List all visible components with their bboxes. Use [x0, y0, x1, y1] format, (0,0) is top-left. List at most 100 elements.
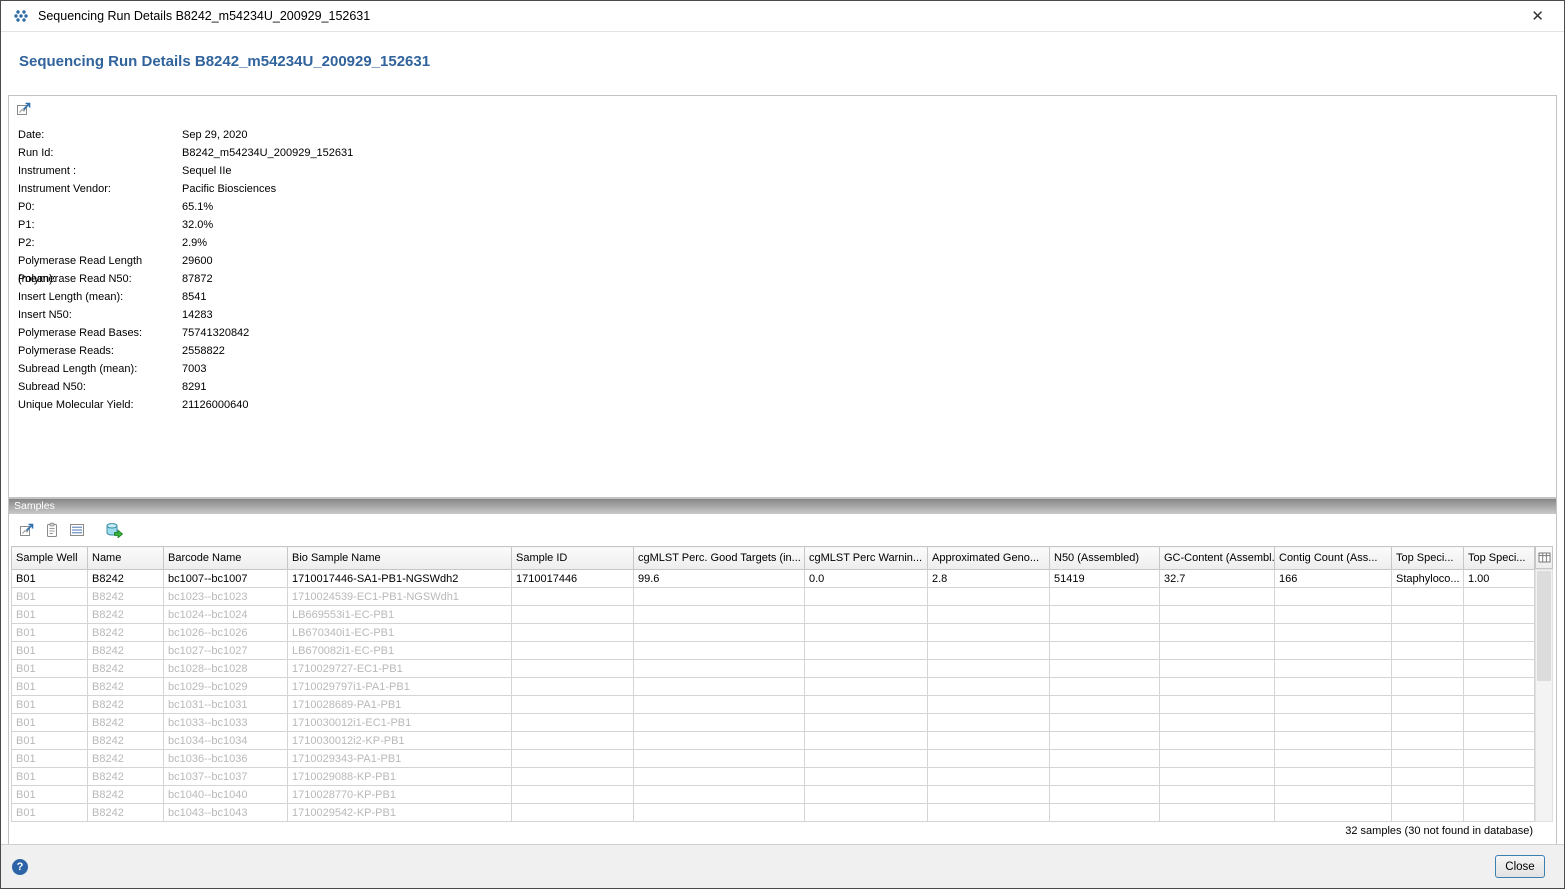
table-cell[interactable] [1160, 624, 1275, 642]
copy-icon[interactable] [43, 521, 61, 539]
export-icon[interactable] [15, 100, 33, 118]
table-cell[interactable] [634, 750, 805, 768]
table-cell[interactable] [1275, 804, 1392, 822]
table-row[interactable]: B01B8242bc1023--bc10231710024539-EC1-PB1… [12, 588, 1535, 606]
table-row[interactable]: B01B8242bc1024--bc1024LB669553i1-EC-PB1 [12, 606, 1535, 624]
table-cell[interactable] [512, 714, 634, 732]
table-cell[interactable]: bc1037--bc1037 [164, 768, 288, 786]
table-cell[interactable]: 1710028770-KP-PB1 [288, 786, 512, 804]
table-cell[interactable] [1392, 714, 1464, 732]
table-cell[interactable] [1050, 714, 1160, 732]
table-cell[interactable]: 1710030012i2-KP-PB1 [288, 732, 512, 750]
table-row[interactable]: B01B8242bc1029--bc10291710029797i1-PA1-P… [12, 678, 1535, 696]
table-cell[interactable] [634, 696, 805, 714]
table-cell[interactable] [928, 660, 1050, 678]
table-cell[interactable] [928, 750, 1050, 768]
table-cell[interactable] [512, 588, 634, 606]
table-cell[interactable]: 51419 [1050, 570, 1160, 588]
table-cell[interactable] [1160, 750, 1275, 768]
table-cell[interactable]: 1710029088-KP-PB1 [288, 768, 512, 786]
column-header[interactable]: cgMLST Perc Warnin... [805, 547, 928, 570]
table-cell[interactable] [1160, 804, 1275, 822]
table-cell[interactable] [1160, 768, 1275, 786]
column-header[interactable]: Top Speci... [1464, 547, 1535, 570]
table-cell[interactable] [1275, 678, 1392, 696]
table-cell[interactable]: B01 [12, 750, 88, 768]
table-cell[interactable] [1050, 588, 1160, 606]
table-cell[interactable] [1050, 696, 1160, 714]
table-cell[interactable] [1275, 732, 1392, 750]
table-cell[interactable] [805, 804, 928, 822]
table-cell[interactable]: B01 [12, 786, 88, 804]
table-cell[interactable] [634, 732, 805, 750]
table-cell[interactable] [1392, 696, 1464, 714]
table-cell[interactable] [1160, 678, 1275, 696]
table-cell[interactable] [1464, 606, 1535, 624]
table-row[interactable]: B01B8242bc1043--bc10431710029542-KP-PB1 [12, 804, 1535, 822]
table-cell[interactable] [1160, 696, 1275, 714]
table-cell[interactable] [1160, 732, 1275, 750]
table-cell[interactable] [512, 678, 634, 696]
table-cell[interactable]: B8242 [88, 786, 164, 804]
table-cell[interactable] [1275, 588, 1392, 606]
table-cell[interactable]: B01 [12, 768, 88, 786]
table-cell[interactable] [512, 642, 634, 660]
table-cell[interactable] [1392, 642, 1464, 660]
table-row[interactable]: B01B8242bc1028--bc10281710029727-EC1-PB1 [12, 660, 1535, 678]
table-cell[interactable] [928, 732, 1050, 750]
table-cell[interactable] [1275, 624, 1392, 642]
table-cell[interactable]: 1710029542-KP-PB1 [288, 804, 512, 822]
table-cell[interactable] [1392, 588, 1464, 606]
table-cell[interactable] [1160, 714, 1275, 732]
database-import-icon[interactable] [105, 521, 123, 539]
table-cell[interactable] [928, 624, 1050, 642]
table-cell[interactable] [1464, 696, 1535, 714]
table-cell[interactable] [805, 786, 928, 804]
table-cell[interactable]: B01 [12, 642, 88, 660]
table-cell[interactable]: bc1040--bc1040 [164, 786, 288, 804]
table-cell[interactable]: B8242 [88, 660, 164, 678]
table-cell[interactable] [1275, 714, 1392, 732]
table-cell[interactable] [1464, 804, 1535, 822]
table-cell[interactable] [1050, 804, 1160, 822]
table-cell[interactable]: bc1033--bc1033 [164, 714, 288, 732]
table-cell[interactable] [512, 750, 634, 768]
table-cell[interactable] [634, 786, 805, 804]
column-header[interactable]: Sample Well [12, 547, 88, 570]
table-row[interactable]: B01B8242bc1033--bc10331710030012i1-EC1-P… [12, 714, 1535, 732]
table-cell[interactable] [928, 768, 1050, 786]
table-cell[interactable] [512, 624, 634, 642]
table-cell[interactable]: B8242 [88, 732, 164, 750]
column-header[interactable]: Approximated Geno... [928, 547, 1050, 570]
table-cell[interactable]: bc1031--bc1031 [164, 696, 288, 714]
table-cell[interactable] [1050, 750, 1160, 768]
table-cell[interactable] [805, 732, 928, 750]
table-cell[interactable] [1392, 732, 1464, 750]
table-cell[interactable] [1392, 606, 1464, 624]
help-icon[interactable]: ? [12, 859, 28, 875]
table-cell[interactable] [1392, 624, 1464, 642]
table-cell[interactable] [1464, 786, 1535, 804]
table-cell[interactable]: B01 [12, 588, 88, 606]
table-cell[interactable] [1464, 624, 1535, 642]
table-cell[interactable] [928, 678, 1050, 696]
table-cell[interactable] [1275, 696, 1392, 714]
table-cell[interactable] [512, 660, 634, 678]
table-cell[interactable] [1275, 768, 1392, 786]
column-header[interactable]: Name [88, 547, 164, 570]
table-cell[interactable] [512, 606, 634, 624]
table-cell[interactable]: 1710024539-EC1-PB1-NGSWdh1 [288, 588, 512, 606]
table-cell[interactable] [928, 804, 1050, 822]
close-icon[interactable]: ✕ [1523, 6, 1552, 26]
table-cell[interactable] [928, 606, 1050, 624]
table-cell[interactable]: LB670340i1-EC-PB1 [288, 624, 512, 642]
table-cell[interactable]: 1710030012i1-EC1-PB1 [288, 714, 512, 732]
table-row[interactable]: B01B8242bc1036--bc10361710029343-PA1-PB1 [12, 750, 1535, 768]
table-cell[interactable] [634, 642, 805, 660]
list-view-icon[interactable] [68, 521, 86, 539]
table-cell[interactable]: 1710017446-SA1-PB1-NGSWdh2 [288, 570, 512, 588]
table-cell[interactable] [1464, 714, 1535, 732]
table-cell[interactable] [512, 696, 634, 714]
table-cell[interactable] [1160, 588, 1275, 606]
table-cell[interactable]: LB669553i1-EC-PB1 [288, 606, 512, 624]
